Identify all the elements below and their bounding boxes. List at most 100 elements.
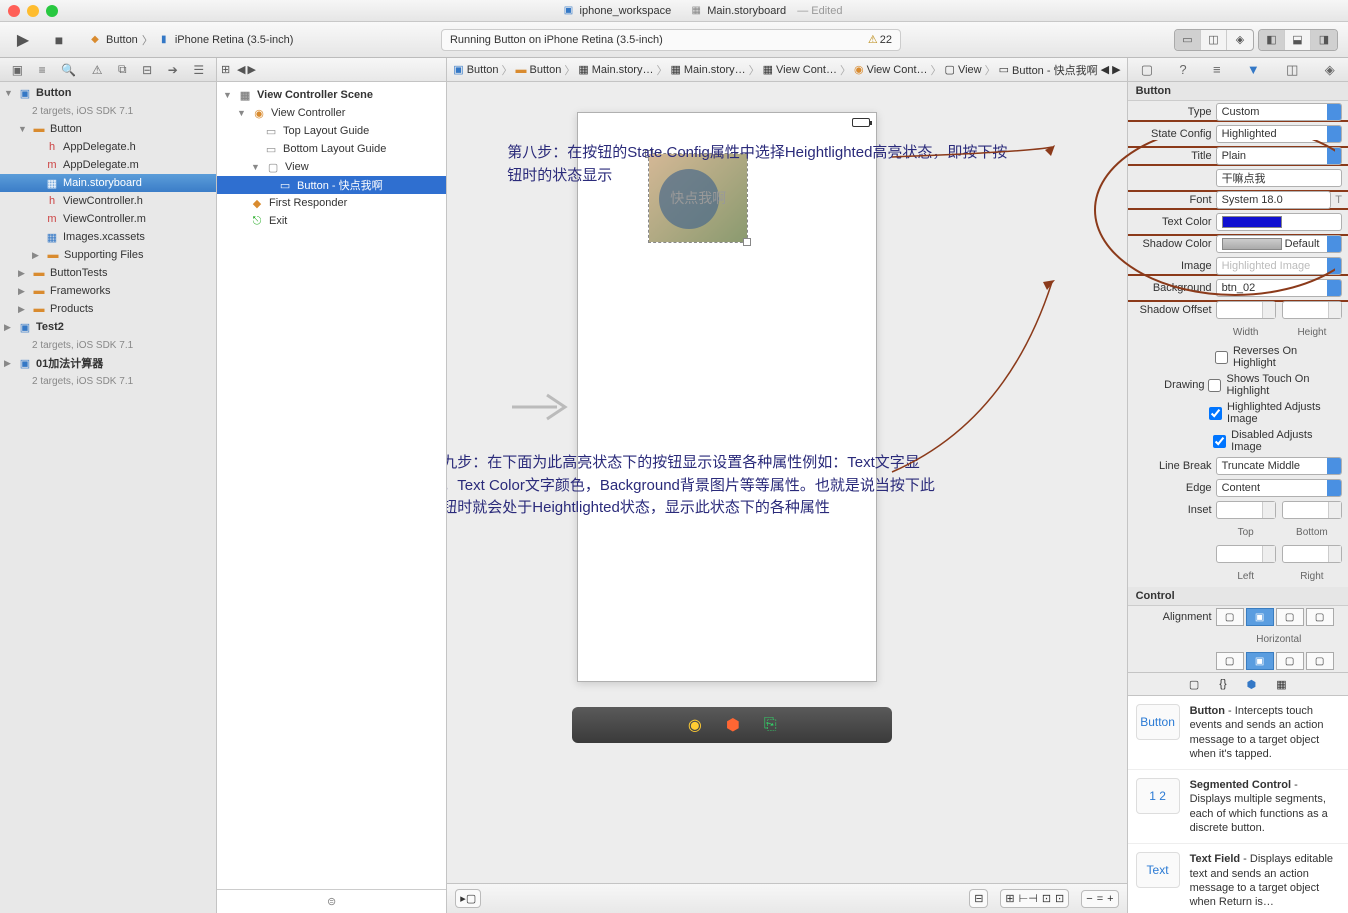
editor-mode-segment[interactable]: ▭◫◈ xyxy=(1174,29,1254,51)
scene-row[interactable]: ▼▦View Controller Scene xyxy=(217,86,446,104)
outline-filter[interactable]: ⊜ xyxy=(217,889,446,913)
edge-dropdown[interactable]: Content xyxy=(1216,479,1342,497)
share-icon[interactable]: ⎘ xyxy=(764,716,777,734)
folder-row[interactable]: ▶▬Products xyxy=(0,300,216,318)
window-titlebar: ▣iphone_workspace ▦Main.storyboard — Edi… xyxy=(0,0,1348,22)
v-align-segment[interactable]: ▢▣▢▢ xyxy=(1216,652,1334,670)
font-field[interactable]: System 18.0 xyxy=(1216,191,1332,209)
layout-button[interactable]: ⊟ xyxy=(969,889,988,908)
storyboard-canvas: ▣Button〉 ▬Button〉 ▦Main.story…〉 ▦Main.st… xyxy=(447,58,1126,913)
main-toolbar: ▶ ■ ◆ Button 〉 ▮ iPhone Retina (3.5-inch… xyxy=(0,22,1348,58)
panel-toggle-segment[interactable]: ◧⬓◨ xyxy=(1258,29,1338,51)
folder-row[interactable]: ▼▬Button xyxy=(0,120,216,138)
stop-sim-icon[interactable]: ◉ xyxy=(688,715,702,735)
outline-toggle[interactable]: ▸▢ xyxy=(455,889,481,908)
minimize-icon[interactable] xyxy=(27,5,39,17)
file-row[interactable]: ▦Images.xcassets xyxy=(0,228,216,246)
vc-icon: ◉ xyxy=(251,106,267,120)
image-field[interactable]: Highlighted Image xyxy=(1216,257,1342,275)
color-swatch xyxy=(1222,216,1282,228)
vc-row[interactable]: ▼◉View Controller xyxy=(217,104,446,122)
button-row-selected[interactable]: ▭Button - 快点我啊 xyxy=(217,176,446,194)
button-lib-icon: Button xyxy=(1136,704,1180,740)
file-row-selected[interactable]: ▦Main.storyboard xyxy=(0,174,216,192)
zoom-buttons[interactable]: −=+ xyxy=(1081,890,1118,908)
exit-row[interactable]: ⎋Exit xyxy=(217,212,446,230)
status-bar xyxy=(578,113,876,131)
disabled-adjusts-checkbox[interactable]: Disabled Adjusts Image xyxy=(1213,429,1342,453)
folder-row[interactable]: ▶▬Frameworks xyxy=(0,282,216,300)
folder-icon: ▬ xyxy=(31,266,47,280)
annotation-step8: 第八步：在按钮的State Config属性中选择Heightlighted高亮… xyxy=(507,142,1017,187)
h-align-segment[interactable]: ▢▣▢▢ xyxy=(1216,608,1334,626)
navigator-tabs[interactable]: ▣≡🔍⚠⧉⊟➔☰ xyxy=(0,58,216,82)
library-item[interactable]: TextText Field - Displays editable text … xyxy=(1128,844,1348,913)
offset-width-input[interactable]: 0 xyxy=(1216,301,1276,319)
view-icon: ▢ xyxy=(265,160,281,174)
exit-icon: ⎋ xyxy=(249,214,265,228)
cube-icon[interactable]: ⬢ xyxy=(726,715,740,735)
inset-left-input[interactable]: 0 xyxy=(1216,545,1276,563)
guide-row[interactable]: ▭Top Layout Guide xyxy=(217,122,446,140)
canvas-area[interactable]: 快点我啊 第八步：在按钮的State Config属性中选择Heightligh… xyxy=(447,82,1126,883)
jump-bar[interactable]: ▣Button〉 ▬Button〉 ▦Main.story…〉 ▦Main.st… xyxy=(447,58,1126,82)
folder-icon[interactable]: ▣ xyxy=(12,63,23,77)
project-icon: ▣ xyxy=(17,86,33,100)
file-row[interactable]: hAppDelegate.h xyxy=(0,138,216,156)
type-dropdown[interactable]: Custom xyxy=(1216,103,1342,121)
reverses-checkbox[interactable]: Reverses On Highlight xyxy=(1215,345,1342,369)
textfield-lib-icon: Text xyxy=(1136,852,1180,888)
file-row[interactable]: mViewController.m xyxy=(0,210,216,228)
title-type-dropdown[interactable]: Plain xyxy=(1216,147,1342,165)
text-color-field[interactable] xyxy=(1216,213,1342,231)
stop-button[interactable]: ■ xyxy=(46,29,72,51)
library-item[interactable]: 1 2Segmented Control - Displays multiple… xyxy=(1128,770,1348,844)
guide-icon: ▭ xyxy=(263,142,279,156)
annotation-step9: 第九步：在下面为此高亮状态下的按钮显示设置各种属性例如：Text文字显示，Tex… xyxy=(447,452,947,520)
assets-icon: ▦ xyxy=(44,230,60,244)
app-icon: ◆ xyxy=(88,33,102,47)
segmented-lib-icon: 1 2 xyxy=(1136,778,1180,814)
file-row[interactable]: hViewController.h xyxy=(0,192,216,210)
activity-status: Running Button on iPhone Retina (3.5-inc… xyxy=(441,29,901,51)
folder-icon: ▬ xyxy=(31,122,47,136)
inspector-panel: ▢?≡▼◫◈ Button TypeCustom State ConfigHig… xyxy=(1127,58,1348,913)
run-button[interactable]: ▶ xyxy=(10,29,36,51)
project-row[interactable]: ▼▣Button xyxy=(0,84,216,102)
offset-height-input[interactable]: 0 xyxy=(1282,301,1342,319)
file-row[interactable]: mAppDelegate.m xyxy=(0,156,216,174)
font-chooser-icon[interactable]: T xyxy=(1335,194,1342,206)
scheme-selector[interactable]: ◆ Button 〉 ▮ iPhone Retina (3.5-inch) xyxy=(82,30,299,50)
constraint-buttons[interactable]: ⊞⊢⊣⊡⊡ xyxy=(1000,889,1069,908)
title-text-input[interactable]: 干嘛点我 xyxy=(1216,169,1342,187)
traffic-lights xyxy=(8,5,58,17)
inset-top-input[interactable]: 0 xyxy=(1216,501,1276,519)
project-row[interactable]: ▶▣01加法计算器 xyxy=(0,354,216,372)
line-break-dropdown[interactable]: Truncate Middle xyxy=(1216,457,1342,475)
close-icon[interactable] xyxy=(8,5,20,17)
outline-toolbar[interactable]: ⊞ ◀▶ xyxy=(217,58,446,82)
library-tabs[interactable]: ▢{}⬢▦ xyxy=(1128,672,1348,696)
state-config-dropdown[interactable]: Highlighted xyxy=(1216,125,1342,143)
background-field[interactable]: btn_02 xyxy=(1216,279,1342,297)
header-icon: h xyxy=(44,194,60,208)
zoom-icon[interactable] xyxy=(46,5,58,17)
library-item[interactable]: ButtonButton - Intercepts touch events a… xyxy=(1128,696,1348,770)
shows-touch-checkbox[interactable]: Shows Touch On Highlight xyxy=(1208,373,1342,397)
folder-icon: ▬ xyxy=(45,248,61,262)
guide-row[interactable]: ▭Bottom Layout Guide xyxy=(217,140,446,158)
warning-badge[interactable]: ⚠22 xyxy=(868,33,892,46)
inset-bottom-input[interactable]: 0 xyxy=(1282,501,1342,519)
folder-icon: ▬ xyxy=(31,302,47,316)
folder-row[interactable]: ▶▬Supporting Files xyxy=(0,246,216,264)
inspector-tabs[interactable]: ▢?≡▼◫◈ xyxy=(1128,58,1348,82)
inset-right-input[interactable]: 0 xyxy=(1282,545,1342,563)
responder-row[interactable]: ◆First Responder xyxy=(217,194,446,212)
shadow-color-field[interactable]: Default xyxy=(1216,235,1342,253)
view-row[interactable]: ▼▢View xyxy=(217,158,446,176)
folder-row[interactable]: ▶▬ButtonTests xyxy=(0,264,216,282)
highlighted-adjusts-checkbox[interactable]: Highlighted Adjusts Image xyxy=(1209,401,1342,425)
iphone-view[interactable]: 快点我啊 xyxy=(577,112,877,682)
project-row[interactable]: ▶▣Test2 xyxy=(0,318,216,336)
storyboard-icon: ▦ xyxy=(44,176,60,190)
